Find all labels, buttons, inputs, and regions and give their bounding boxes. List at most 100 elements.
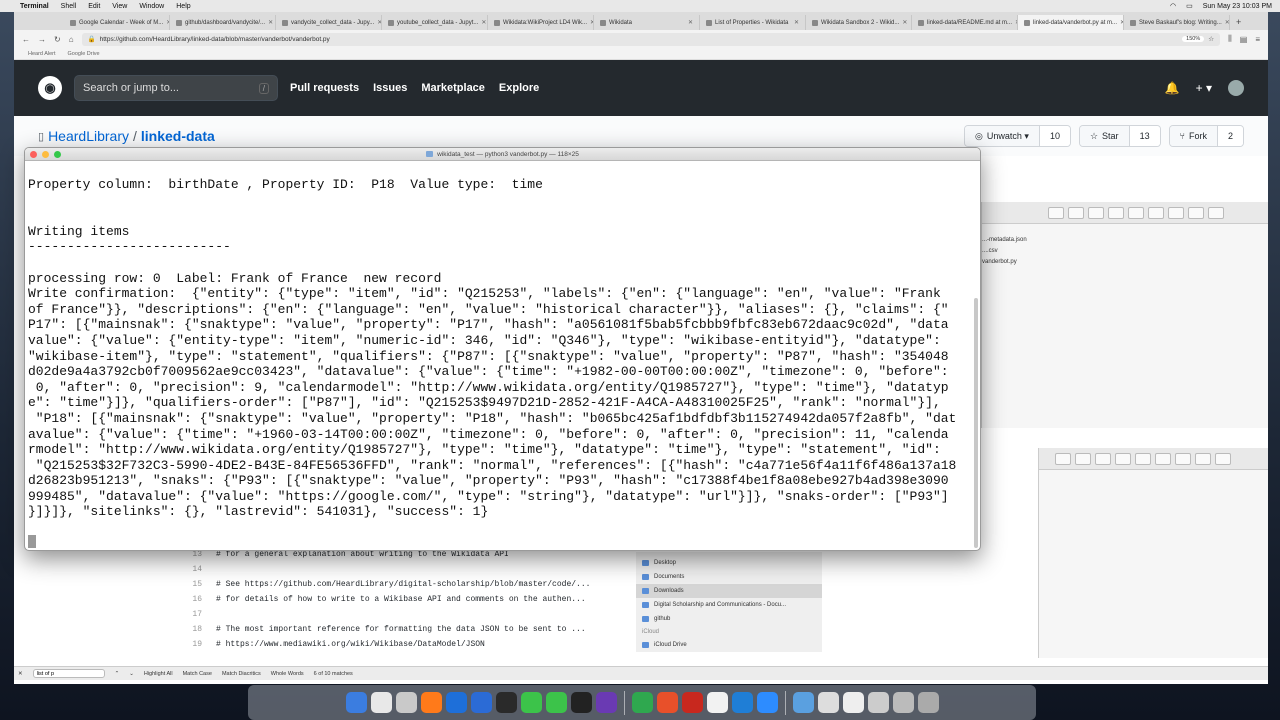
action-icon[interactable] (1188, 206, 1204, 219)
finder-icon[interactable] (345, 692, 367, 713)
create-new-button[interactable]: + ▾ (1196, 81, 1212, 95)
terminal-titlebar[interactable]: wikidata_test — python3 vanderbot.py — 1… (25, 148, 980, 161)
find-next-icon[interactable]: ⌄ (129, 671, 134, 677)
highlight-all-option[interactable]: Highlight All (144, 671, 173, 677)
match-case-option[interactable]: Match Case (183, 671, 212, 677)
obs-icon[interactable] (595, 692, 617, 713)
sidebar-item-digital-scholarship[interactable]: Digital Scholarship and Communications -… (636, 598, 822, 612)
browser-tab[interactable]: github/dashboard/vandycite/... ✕ (170, 15, 276, 30)
line-number[interactable]: 18 (186, 625, 216, 634)
list-view-icon[interactable] (1068, 206, 1084, 219)
close-tab-icon[interactable]: ✕ (688, 19, 693, 26)
watch-count[interactable]: 10 (1039, 126, 1070, 146)
vanderbilt-icon[interactable] (570, 692, 592, 713)
star-count[interactable]: 13 (1129, 126, 1160, 146)
menu-help[interactable]: Help (176, 3, 190, 10)
browser-tab[interactable]: linked-data/vanderbot.py at m...✕ (1018, 15, 1124, 30)
whole-words-option[interactable]: Whole Words (271, 671, 304, 677)
tag-icon[interactable] (1175, 452, 1191, 465)
launchpad-icon[interactable] (370, 692, 392, 713)
repo-name-link[interactable]: linked-data (141, 128, 215, 144)
line-number[interactable]: 15 (186, 580, 216, 589)
mail-icon[interactable] (470, 692, 492, 713)
outlook-icon[interactable] (445, 692, 467, 713)
browser-tab[interactable]: List of Properties - Wikidata ✕ (700, 15, 806, 30)
browser-tab[interactable]: Wikidata:WikiProject LD4 Wik...✕ (488, 15, 594, 30)
browser-tab[interactable]: linked-data/README.md at m...✕ (912, 15, 1018, 30)
fork-button[interactable]: ⑂ Fork 2 (1168, 125, 1244, 147)
icon-view-icon[interactable] (1055, 452, 1071, 465)
avatar[interactable] (1228, 80, 1244, 96)
list-item[interactable]: ....csv (982, 245, 1268, 256)
sidebar-item-desktop[interactable]: Desktop (636, 556, 822, 570)
battery-icon[interactable]: ▭ (1186, 2, 1193, 10)
zoom-icon[interactable] (756, 692, 778, 713)
terminal-scrollbar[interactable] (974, 298, 978, 548)
github-search-input[interactable]: Search or jump to... / (74, 75, 278, 101)
clock[interactable]: Sun May 23 10:03 PM (1203, 3, 1272, 10)
back-icon[interactable]: ← (22, 35, 30, 44)
share-icon[interactable] (1155, 452, 1171, 465)
menu-window[interactable]: Window (139, 3, 164, 10)
line-number[interactable]: 19 (186, 640, 216, 649)
url-bar[interactable]: 🔒 https://github.com/HeardLibrary/linked… (81, 32, 1221, 46)
facetime-icon[interactable] (545, 692, 567, 713)
acrobat-icon[interactable] (681, 692, 703, 713)
group-icon[interactable] (1128, 206, 1144, 219)
document-icon[interactable] (867, 692, 889, 713)
icon-view-icon[interactable] (1048, 206, 1064, 219)
github-logo-icon[interactable]: ◉ (38, 76, 62, 100)
find-input[interactable] (32, 669, 105, 678)
notification-bell-icon[interactable]: 🔔 (1165, 81, 1180, 95)
search-icon[interactable] (1208, 206, 1224, 219)
search-icon[interactable] (1215, 452, 1231, 465)
list-item[interactable]: ...-metadata.json (982, 234, 1268, 245)
reload-icon[interactable]: ↻ (54, 35, 61, 44)
star-button[interactable]: ☆ Star 13 (1078, 125, 1161, 147)
sidebar-icon[interactable]: ▤ (1240, 35, 1248, 44)
new-tab-button[interactable]: + (1230, 15, 1247, 30)
unwatch-button[interactable]: ◎ Unwatch ▾ 10 (964, 125, 1071, 147)
share-icon[interactable] (1148, 206, 1164, 219)
document-icon[interactable] (892, 692, 914, 713)
close-tab-icon[interactable]: ✕ (481, 19, 486, 26)
menu-view[interactable]: View (112, 3, 127, 10)
list-view-icon[interactable] (1075, 452, 1091, 465)
bookmark-google-drive[interactable]: Google Drive (68, 51, 100, 57)
messages-icon[interactable] (520, 692, 542, 713)
bookmark-star-icon[interactable]: ☆ (1208, 35, 1214, 43)
menu-shell[interactable]: Shell (61, 3, 77, 10)
wifi-icon[interactable]: ◠ (1170, 2, 1176, 10)
nav-issues[interactable]: Issues (373, 82, 407, 94)
browser-tab[interactable]: youtube_collect_data - Jupyt... ✕ (382, 15, 488, 30)
repo-owner-link[interactable]: HeardLibrary (48, 128, 129, 144)
menu-edit[interactable]: Edit (88, 3, 100, 10)
forward-icon[interactable]: → (38, 35, 46, 44)
browser-tab[interactable]: Steve Baskauf's blog: Writing... ✕ (1124, 15, 1230, 30)
nav-explore[interactable]: Explore (499, 82, 539, 94)
gallery-view-icon[interactable] (1108, 206, 1124, 219)
dollar-icon[interactable] (631, 692, 653, 713)
close-tab-icon[interactable]: ✕ (902, 19, 907, 26)
close-icon[interactable]: ✕ (18, 671, 23, 677)
tag-icon[interactable] (1168, 206, 1184, 219)
safari-icon[interactable] (395, 692, 417, 713)
terminal-output[interactable]: Property column: birthDate , Property ID… (25, 161, 980, 550)
downloads-folder-icon[interactable] (792, 692, 814, 713)
terminal-icon[interactable] (495, 692, 517, 713)
firefox-icon[interactable] (420, 692, 442, 713)
home-icon[interactable]: ⌂ (69, 35, 74, 44)
browser-tab[interactable]: Google Calendar - Week of M...✕ (64, 15, 170, 30)
close-tab-icon[interactable]: ✕ (268, 19, 273, 26)
browser-tab[interactable]: vandycite_collect_data - Jupy... ✕ (276, 15, 382, 30)
trash-icon[interactable] (917, 692, 939, 713)
group-icon[interactable] (1135, 452, 1151, 465)
browser-tab[interactable]: Wikidata ✕ (594, 15, 700, 30)
sidebar-item-icloud-drive[interactable]: iCloud Drive (636, 638, 822, 652)
sidebar-item-github[interactable]: github (636, 612, 822, 626)
notes-icon[interactable] (706, 692, 728, 713)
sidebar-item-documents[interactable]: Documents (636, 570, 822, 584)
vscode-icon[interactable] (731, 692, 753, 713)
document-icon[interactable] (842, 692, 864, 713)
line-number[interactable]: 16 (186, 595, 216, 604)
